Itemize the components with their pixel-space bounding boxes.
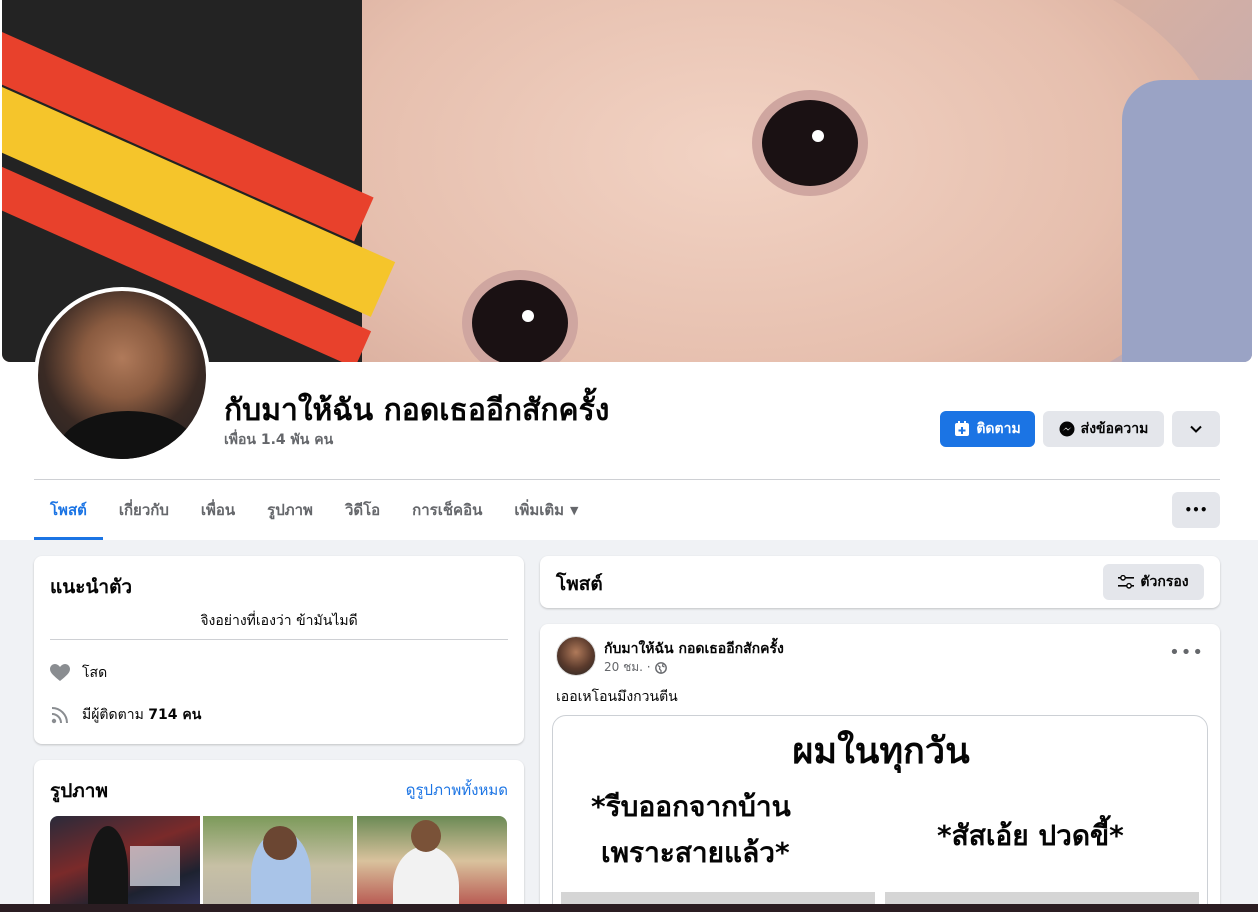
bio-divider	[50, 639, 508, 640]
friends-count[interactable]: เพื่อน 1.4 พัน คน	[224, 429, 333, 451]
intro-card: แนะนำตัว จิงอย่างที่เองว่า ข้ามันไมดี โส…	[34, 556, 524, 744]
more-icon: •••	[1184, 503, 1208, 517]
message-label: ส่งข้อความ	[1080, 421, 1149, 437]
meme-right-caption: *สัสเอ้ย ปวดขี้*	[937, 819, 1124, 852]
filter-button[interactable]: ตัวกรอง	[1103, 564, 1204, 600]
photo-thumbnail[interactable]	[357, 816, 507, 912]
post-image[interactable]: ผมในทุกวัน *รีบออกจากบ้าน เพราะสายแล้ว* …	[552, 715, 1208, 912]
tab-checkins[interactable]: การเช็คอิน	[396, 480, 498, 540]
profile-tabs: โพสต์ เกี่ยวกับ เพื่อน รูปภาพ วิดีโอ การ…	[34, 480, 594, 540]
post-text: เออเหโอนมึงกวนตีน	[556, 689, 678, 705]
cover-clothing	[1122, 80, 1252, 362]
filter-icon	[1118, 575, 1135, 589]
cover-face	[242, 0, 1222, 362]
chevron-down-icon	[1190, 425, 1202, 433]
profile-header: กับมาให้ฉัน กอดเธออีกสักครั้ง เพื่อน 1.4…	[0, 0, 1258, 540]
tab-photos[interactable]: รูปภาพ	[251, 480, 329, 540]
tab-videos[interactable]: วิดีโอ	[329, 480, 396, 540]
tabs-more-button[interactable]: •••	[1172, 492, 1220, 528]
follow-label: ติดตาม	[976, 421, 1021, 437]
cover-eye	[472, 280, 568, 362]
cover-jacket	[2, 0, 396, 362]
photos-card: รูปภาพ ดูรูปภาพทั้งหมด	[34, 760, 524, 912]
follow-button[interactable]: ติดตาม	[940, 411, 1035, 447]
rss-icon	[50, 705, 70, 725]
relationship-row: โสด	[50, 662, 107, 684]
post-author-avatar[interactable]	[556, 636, 596, 676]
tab-posts[interactable]: โพสต์	[34, 480, 103, 540]
intro-title: แนะนำตัว	[50, 576, 133, 598]
cover-eye	[762, 100, 858, 186]
post-author-name[interactable]: กับมาให้ฉัน กอดเธออีกสักครั้ง	[604, 638, 784, 660]
cover-photo[interactable]	[2, 0, 1252, 362]
profile-more-button[interactable]	[1172, 411, 1220, 447]
meme-left-caption: *รีบออกจากบ้าน เพราะสายแล้ว*	[591, 790, 791, 869]
follow-icon	[955, 421, 970, 436]
taskbar	[0, 904, 1258, 912]
followers-text[interactable]: มีผู้ติดตาม 714 คน	[82, 704, 201, 726]
meme-title: ผมในทุกวัน	[792, 731, 970, 772]
caret-down-icon: ▼	[570, 503, 579, 517]
message-button[interactable]: ส่งข้อความ	[1043, 411, 1164, 447]
see-all-photos-link[interactable]: ดูรูปภาพทั้งหมด	[406, 778, 508, 802]
posts-header: โพสต์ ตัวกรอง	[540, 556, 1220, 608]
photos-title: รูปภาพ	[50, 780, 108, 802]
post-menu-button[interactable]: •••	[1169, 642, 1204, 663]
tab-friends[interactable]: เพื่อน	[185, 480, 251, 540]
photo-thumbnail[interactable]	[203, 816, 353, 912]
tab-more[interactable]: เพิ่มเติม ▼	[498, 480, 594, 540]
tab-about[interactable]: เกี่ยวกับ	[103, 480, 185, 540]
filter-label: ตัวกรอง	[1140, 574, 1189, 590]
messenger-icon	[1059, 421, 1075, 437]
bio-text: จิงอย่างที่เองว่า ข้ามันไมดี	[200, 613, 358, 629]
post-time[interactable]: 20 ชม. ·	[604, 658, 651, 677]
posts-title: โพสต์	[556, 573, 603, 595]
followers-row: มีผู้ติดตาม 714 คน	[50, 704, 201, 726]
profile-avatar[interactable]	[34, 287, 210, 463]
post-card: กับมาให้ฉัน กอดเธออีกสักครั้ง 20 ชม. · •…	[540, 624, 1220, 912]
profile-name: กับมาให้ฉัน กอดเธออีกสักครั้ง	[224, 393, 610, 428]
post-meta: 20 ชม. ·	[604, 658, 667, 677]
relationship-status: โสด	[82, 665, 108, 681]
globe-icon	[654, 661, 667, 674]
photo-thumbnail[interactable]	[50, 816, 200, 912]
heart-icon	[50, 663, 70, 683]
